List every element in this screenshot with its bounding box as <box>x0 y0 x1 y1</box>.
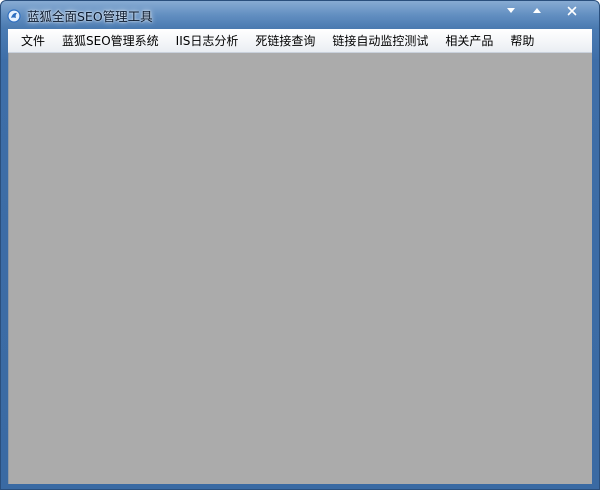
window-bottom-border <box>1 484 599 489</box>
menu-item-help[interactable]: 帮助 <box>502 29 542 52</box>
x-icon <box>567 6 577 16</box>
mdi-client-area[interactable] <box>8 53 592 484</box>
menu-item-seo-system[interactable]: 蓝狐SEO管理系统 <box>54 29 167 52</box>
minimize-button[interactable] <box>498 1 524 21</box>
triangle-up-icon <box>533 8 541 13</box>
window-title: 蓝狐全面SEO管理工具 <box>27 9 153 24</box>
title-bar[interactable]: 蓝狐全面SEO管理工具 <box>1 1 599 29</box>
menu-item-related-products[interactable]: 相关产品 <box>437 29 501 52</box>
menu-item-link-auto-monitor[interactable]: 链接自动监控测试 <box>324 29 436 52</box>
triangle-down-icon <box>507 8 515 13</box>
menu-item-dead-link-query[interactable]: 死链接查询 <box>247 29 323 52</box>
maximize-button[interactable] <box>524 1 550 21</box>
menu-item-file[interactable]: 文件 <box>13 29 53 52</box>
close-button[interactable] <box>558 1 586 21</box>
app-logo-icon <box>7 8 21 23</box>
menu-item-iis-log-analysis[interactable]: IIS日志分析 <box>168 29 247 52</box>
app-window: 蓝狐全面SEO管理工具 文件 蓝狐SEO管理系统 IIS日志分析 死链接查询 链… <box>0 0 600 490</box>
menu-bar: 文件 蓝狐SEO管理系统 IIS日志分析 死链接查询 链接自动监控测试 相关产品… <box>8 29 592 53</box>
